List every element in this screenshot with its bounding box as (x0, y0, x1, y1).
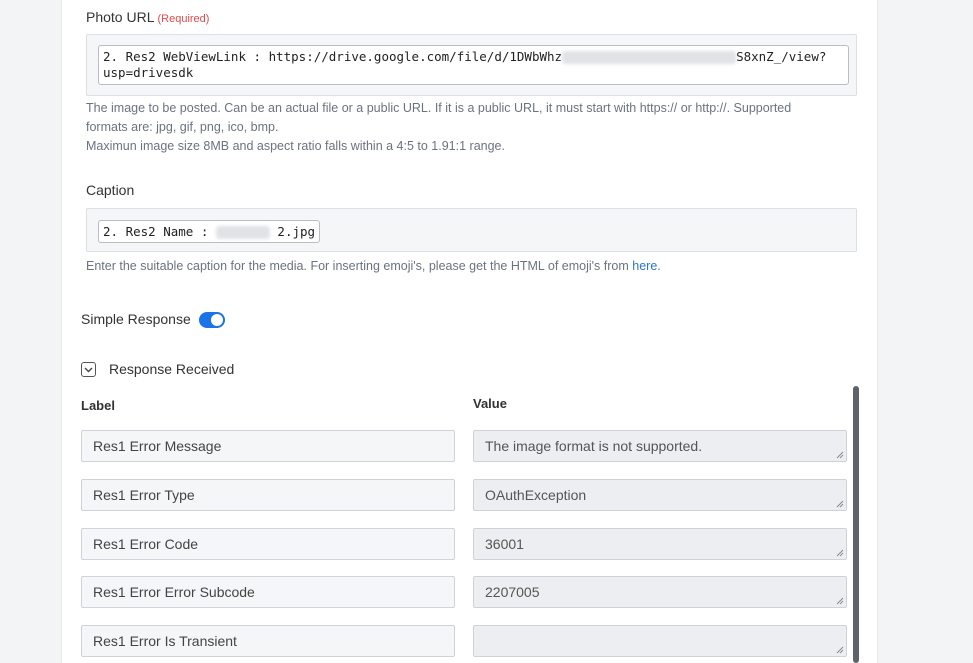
photo-url-field[interactable]: 2. Res2 WebViewLink : https://drive.goog… (86, 34, 857, 96)
response-received-toggle[interactable] (81, 362, 96, 377)
resize-handle-icon[interactable] (836, 597, 844, 605)
label-column-header: Label (81, 398, 115, 413)
caption-label: Caption (86, 182, 135, 198)
row-label[interactable]: Res1 Error Is Transient (81, 625, 455, 657)
value-column-header: Value (473, 396, 507, 411)
emoji-help-link[interactable]: here (632, 259, 657, 273)
resize-handle-icon[interactable] (836, 500, 844, 508)
row-label[interactable]: Res1 Error Message (81, 430, 455, 462)
row-value[interactable]: 2207005 (473, 576, 847, 608)
row-label[interactable]: Res1 Error Type (81, 479, 455, 511)
resize-handle-icon[interactable] (836, 646, 844, 654)
row-value[interactable]: The image format is not supported. (473, 430, 847, 462)
redacted-id (562, 51, 737, 64)
photo-url-token[interactable]: 2. Res2 WebViewLink : https://drive.goog… (98, 45, 849, 85)
response-received-label: Response Received (109, 361, 235, 377)
chevron-down-icon (84, 367, 93, 372)
photo-url-label: Photo URL (Required) (86, 9, 210, 25)
required-badge: (Required) (157, 13, 210, 25)
row-value[interactable]: OAuthException (473, 479, 847, 511)
resize-handle-icon[interactable] (836, 451, 844, 459)
row-value[interactable]: 36001 (473, 528, 847, 560)
form-card: Photo URL (Required) 2. Res2 WebViewLink … (61, 0, 878, 663)
caption-help: Enter the suitable caption for the media… (86, 259, 661, 273)
scrollbar[interactable] (853, 386, 859, 663)
caption-token[interactable]: 2. Res2 Name : 2.jpg (98, 220, 321, 243)
toggle-knob (211, 314, 223, 326)
caption-field[interactable]: 2. Res2 Name : 2.jpg (86, 208, 857, 252)
row-label[interactable]: Res1 Error Error Subcode (81, 576, 455, 608)
photo-url-help: The image to be posted. Can be an actual… (86, 101, 792, 153)
resize-handle-icon[interactable] (836, 549, 844, 557)
redacted-name (215, 226, 270, 239)
simple-response-label: Simple Response (81, 311, 191, 327)
row-label[interactable]: Res1 Error Code (81, 528, 455, 560)
simple-response-toggle[interactable] (199, 312, 225, 328)
row-value[interactable] (473, 625, 847, 657)
